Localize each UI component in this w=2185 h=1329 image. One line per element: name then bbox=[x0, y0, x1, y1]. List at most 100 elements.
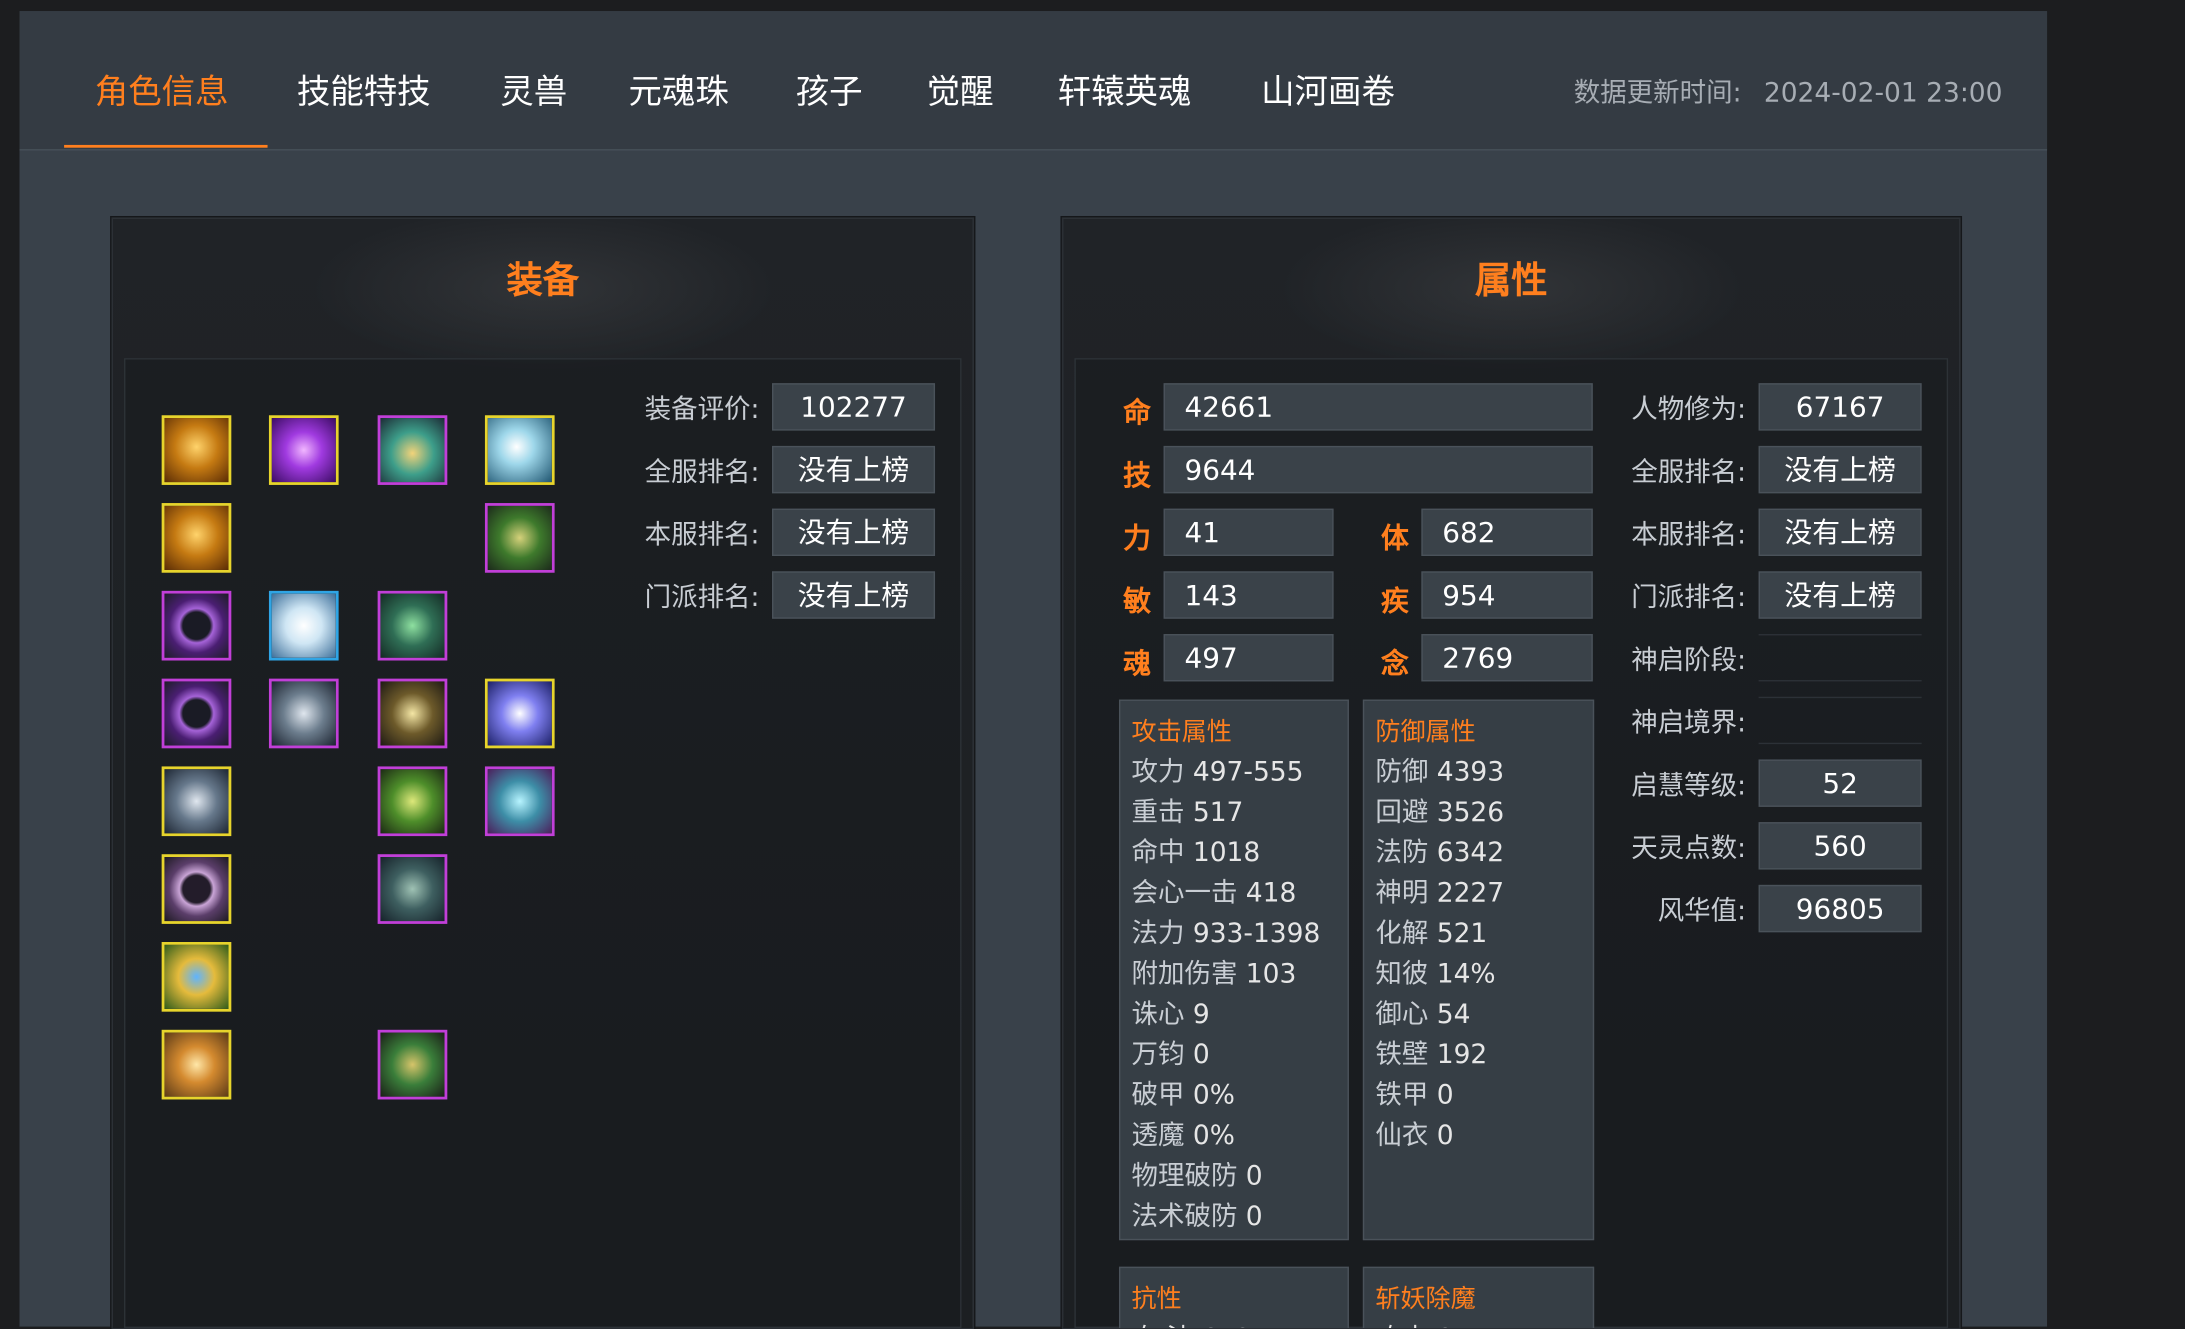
attribute-row: 化解 521 bbox=[1375, 914, 1581, 954]
tab-child[interactable]: 孩子 bbox=[796, 64, 863, 113]
right-stat-value: 没有上榜 bbox=[1758, 445, 1922, 494]
equipment-slot[interactable] bbox=[161, 678, 232, 749]
equipment-slot[interactable] bbox=[377, 854, 448, 924]
attribute-key: 法术破防 bbox=[1131, 1201, 1238, 1232]
equipment-slot[interactable] bbox=[377, 678, 448, 749]
equipment-slot[interactable] bbox=[161, 766, 232, 837]
stat-key-skill: 技 bbox=[1123, 458, 1152, 492]
attribute-key: 命中 bbox=[1131, 837, 1185, 869]
attribute-row: 重击 517 bbox=[1132, 793, 1337, 833]
stat-value-hp: 42661 bbox=[1163, 383, 1593, 431]
equipment-slot[interactable] bbox=[268, 678, 339, 749]
main-panel: 角色信息 技能特技 灵兽 元魂珠 孩子 觉醒 轩辕英魂 山河画卷 数据更新时间:… bbox=[19, 11, 2048, 1329]
attribute-row: 法防 6342 bbox=[1375, 833, 1581, 873]
attack-rows: 攻力 497-555 重击 517 命中 1018 会心一击 418 法力 933-1398 附加伤… bbox=[1132, 752, 1337, 1237]
attribute-value: 0% bbox=[1192, 1079, 1235, 1111]
attribute-row: 命中 1018 bbox=[1132, 833, 1337, 873]
right-stat-label: 门派排名: bbox=[1631, 582, 1747, 614]
attribute-value: 418 bbox=[1245, 877, 1297, 909]
equipment-slot[interactable] bbox=[161, 942, 232, 1012]
attribute-row: 会心一击 418 bbox=[1132, 874, 1337, 914]
attribute-row: 攻力 497-555 bbox=[1132, 752, 1337, 792]
right-stat-label: 本服排名: bbox=[1631, 519, 1747, 551]
attribute-row: 透魔 0% bbox=[1132, 1116, 1337, 1156]
attribute-value: 0 bbox=[1245, 1160, 1263, 1192]
attribute-key: 仙衣 bbox=[1375, 1120, 1429, 1152]
right-stat-label: 神启境界: bbox=[1631, 707, 1747, 739]
equipment-slot[interactable] bbox=[484, 503, 555, 573]
stat-value-spd: 954 bbox=[1421, 571, 1593, 619]
attack-attributes-group: 攻击属性 攻力 497-555 重击 517 命中 1018 会心一击 418 法力 933-13… bbox=[1118, 699, 1349, 1241]
attribute-row: 铁甲 0 bbox=[1375, 1076, 1581, 1116]
stat-key-mind: 念 bbox=[1380, 646, 1409, 681]
app-viewport: 角色信息 技能特技 灵兽 元魂珠 孩子 觉醒 轩辕英魂 山河画卷 数据更新时间:… bbox=[0, 0, 2185, 1329]
equipment-slot[interactable] bbox=[161, 503, 232, 573]
tab-skills[interactable]: 技能特技 bbox=[297, 64, 431, 113]
attribute-value: 1018 bbox=[1192, 837, 1261, 869]
right-stat-label: 天灵点数: bbox=[1631, 833, 1747, 864]
defense-rows: 防御 4393 回避 3526 法防 6342 神明 2227 化解 521 知彼 14% 御心 54 铁壁… bbox=[1375, 752, 1581, 1156]
right-stat-value bbox=[1758, 634, 1922, 682]
equipment-title: 装备 bbox=[506, 260, 579, 303]
right-stat-label: 风华值: bbox=[1657, 896, 1747, 927]
attribute-key: 知彼 bbox=[1375, 958, 1429, 990]
tab-spirit-beast[interactable]: 灵兽 bbox=[500, 64, 567, 113]
attribute-value: 0 bbox=[1192, 1039, 1210, 1071]
attribute-key: 重击 bbox=[1131, 797, 1185, 828]
stat-value-str: 41 bbox=[1163, 508, 1334, 557]
attribute-row: 物理破防 0 bbox=[1132, 1157, 1337, 1197]
attribute-row: 神明 2227 bbox=[1375, 874, 1581, 914]
equipment-slot[interactable] bbox=[484, 415, 555, 485]
equip-score-value: 102277 bbox=[771, 383, 936, 431]
right-stat-value: 96805 bbox=[1758, 884, 1922, 933]
tab-awaken[interactable]: 觉醒 bbox=[927, 64, 994, 113]
attribute-key: 御心 bbox=[1375, 999, 1429, 1030]
equipment-slot[interactable] bbox=[377, 415, 448, 485]
right-stat-label: 人物修为: bbox=[1631, 394, 1747, 426]
resist-group: 抗性 自.法 672 bbox=[1118, 1266, 1349, 1329]
stat-key-spd: 疾 bbox=[1380, 583, 1409, 618]
right-stat-label: 启慧等级: bbox=[1631, 770, 1747, 802]
demon-group-title: 斩妖除魔 bbox=[1375, 1284, 1476, 1315]
tab-landscape-scroll[interactable]: 山河画卷 bbox=[1261, 64, 1395, 113]
resist-group-title: 抗性 bbox=[1131, 1284, 1182, 1315]
equipment-slot[interactable] bbox=[161, 590, 232, 661]
attribute-row: 仙衣 0 bbox=[1375, 1116, 1581, 1156]
equip-server-rank-value: 没有上榜 bbox=[771, 445, 936, 494]
equipment-slot[interactable] bbox=[484, 678, 555, 749]
attribute-row: 回避 3526 bbox=[1375, 793, 1581, 833]
equipment-slot[interactable] bbox=[377, 590, 448, 661]
attribute-value: 0 bbox=[1245, 1201, 1263, 1232]
attribute-key: 万钧 bbox=[1131, 1039, 1185, 1071]
equipment-slot[interactable] bbox=[268, 590, 339, 661]
attribute-value: 6342 bbox=[1436, 837, 1505, 869]
equipment-slot[interactable] bbox=[161, 1029, 232, 1100]
equipment-slot[interactable] bbox=[268, 415, 339, 485]
equipment-slot[interactable] bbox=[377, 766, 448, 837]
attribute-value: 497-555 bbox=[1192, 756, 1304, 788]
tab-xuanyuan-soul[interactable]: 轩辕英魂 bbox=[1058, 64, 1192, 113]
defense-group-title: 防御属性 bbox=[1375, 717, 1476, 747]
attribute-key: 铁甲 bbox=[1375, 1079, 1429, 1111]
attribute-row: 诛心 9 bbox=[1132, 995, 1337, 1035]
attribute-value: 0 bbox=[1436, 1079, 1454, 1111]
defense-attributes-group: 防御属性 防御 4393 回避 3526 法防 6342 神明 2227 化解 521 知彼 14% 御… bbox=[1362, 699, 1595, 1241]
attribute-key: 法防 bbox=[1375, 837, 1429, 869]
attribute-row: 御心 54 bbox=[1375, 995, 1581, 1035]
attribute-row: 法力 933-1398 bbox=[1132, 914, 1337, 954]
attributes-title: 属性 bbox=[1474, 260, 1548, 303]
active-tab-indicator bbox=[64, 144, 268, 148]
tab-character-info[interactable]: 角色信息 bbox=[95, 64, 229, 113]
update-time: 数据更新时间: 2024-02-01 23:00 bbox=[1574, 72, 2003, 110]
equipment-slot[interactable] bbox=[484, 766, 555, 837]
attribute-key: 化解 bbox=[1375, 918, 1429, 949]
equipment-slot[interactable] bbox=[161, 415, 232, 485]
equipment-slot[interactable] bbox=[377, 1029, 448, 1100]
attribute-row: 法术破防 0 bbox=[1132, 1197, 1337, 1237]
attribute-row: 防御 4393 bbox=[1375, 752, 1581, 792]
tab-soul-orb[interactable]: 元魂珠 bbox=[628, 64, 728, 113]
equipment-slot[interactable] bbox=[161, 854, 232, 924]
attack-group-title: 攻击属性 bbox=[1131, 717, 1232, 747]
right-stat-label: 全服排名: bbox=[1631, 457, 1747, 488]
attribute-value: 933-1398 bbox=[1192, 918, 1321, 949]
